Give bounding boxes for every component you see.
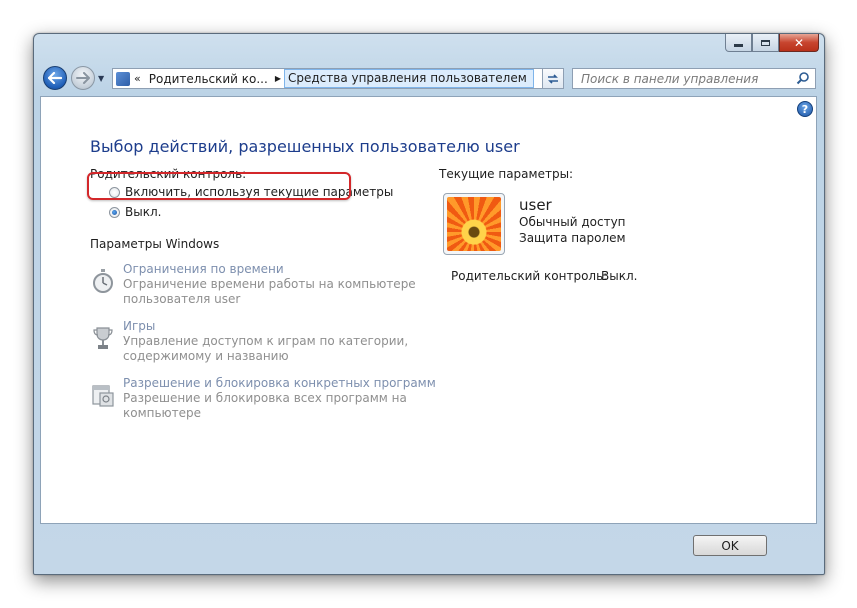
time-limits-desc-1: Ограничение времени работы на компьютере	[123, 277, 416, 291]
close-icon: ✕	[793, 35, 805, 50]
current-settings-heading: Текущие параметры:	[439, 167, 574, 181]
maximize-icon	[761, 39, 770, 46]
user-name: user	[519, 196, 552, 214]
forward-button[interactable]	[71, 66, 95, 90]
radio-off-label: Выкл.	[125, 205, 162, 219]
recent-pages-dropdown[interactable]: ▼	[98, 74, 104, 83]
setting-time-limits: Ограничения по времени Ограничение време…	[91, 262, 416, 307]
arrow-right-icon	[76, 72, 90, 84]
stopwatch-icon	[93, 269, 113, 293]
radio-off[interactable]	[109, 206, 120, 218]
breadcrumb-parental-control[interactable]: Родительский ко...	[145, 72, 272, 86]
refresh-icon	[548, 73, 558, 84]
arrow-left-icon	[48, 72, 62, 84]
flower-avatar-image	[447, 197, 501, 251]
help-icon[interactable]: ?	[797, 101, 813, 117]
password-status: Защита паролем	[519, 231, 626, 245]
caption-buttons: ✕	[725, 34, 819, 53]
games-link[interactable]: Игры	[123, 319, 408, 334]
search-placeholder: Поиск в панели управления	[581, 71, 759, 86]
user-avatar	[443, 193, 505, 255]
refresh-button[interactable]	[542, 68, 564, 89]
highlight-outline	[87, 172, 351, 200]
breadcrumb-separator-icon[interactable]: ▶	[272, 74, 284, 83]
current-parental-label: Родительский контроль:	[451, 269, 608, 283]
windows-settings-label: Параметры Windows	[90, 237, 220, 251]
back-button[interactable]	[43, 66, 67, 90]
control-panel-window: ✕ ▼ « Родительский ко... ▶ Средства упра…	[33, 33, 825, 575]
setting-games: Игры Управление доступом к играм по кате…	[91, 319, 408, 364]
current-parental-value: Выкл.	[601, 269, 638, 283]
ok-button[interactable]: OK	[693, 535, 767, 556]
games-desc-2: содержимому и названию	[123, 349, 289, 363]
time-limits-link[interactable]: Ограничения по времени	[123, 262, 416, 277]
programs-desc-2: компьютере	[123, 406, 202, 420]
programs-link[interactable]: Разрешение и блокировка конкретных прогр…	[123, 376, 436, 391]
setting-programs: Разрешение и блокировка конкретных прогр…	[91, 376, 436, 421]
minimize-icon	[734, 43, 743, 47]
breadcrumb-user-controls[interactable]: Средства управления пользователем	[283, 69, 534, 88]
chevron-left-icon[interactable]: «	[134, 72, 141, 85]
minimize-button[interactable]	[725, 34, 752, 52]
content-pane: ? Выбор действий, разрешенных пользовате…	[40, 96, 817, 524]
trophy-icon	[93, 327, 113, 349]
search-icon[interactable]	[796, 71, 810, 88]
programs-desc-1: Разрешение и блокировка всех программ на	[123, 391, 407, 405]
maximize-button[interactable]	[752, 34, 779, 52]
radio-off-option[interactable]: Выкл.	[109, 205, 161, 219]
close-button[interactable]: ✕	[779, 34, 819, 52]
page-title: Выбор действий, разрешенных пользователю…	[90, 137, 520, 156]
time-limits-desc-2: пользователя user	[123, 292, 241, 306]
programs-icon	[92, 385, 114, 407]
search-input[interactable]: Поиск в панели управления	[572, 68, 816, 89]
control-panel-icon	[116, 71, 130, 86]
games-desc-1: Управление доступом к играм по категории…	[123, 334, 409, 348]
account-type: Обычный доступ	[519, 215, 626, 229]
address-bar[interactable]: « Родительский ко... ▶ Средства управлен…	[112, 68, 564, 89]
